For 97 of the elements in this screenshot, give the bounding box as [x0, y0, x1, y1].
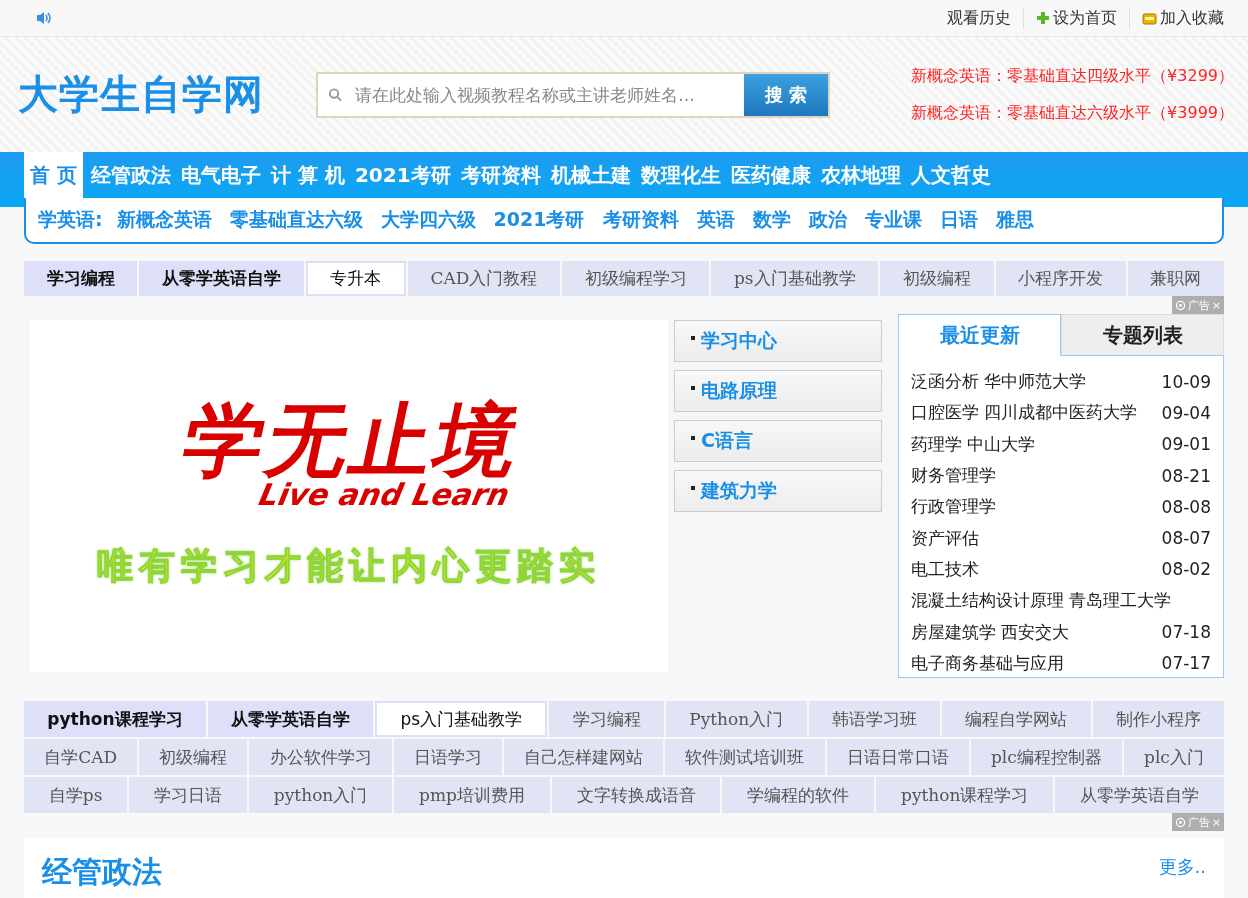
update-date: 08-21 [1161, 465, 1211, 486]
update-link[interactable]: 口腔医学 四川成都中医药大学 [911, 401, 1138, 425]
tag-link[interactable]: plc编程控制器 [970, 739, 1122, 775]
folder-icon [1142, 11, 1157, 25]
update-link[interactable]: 药理学 中山大学 [911, 432, 1036, 456]
tag-link[interactable]: 学习日语 [129, 777, 247, 813]
update-link[interactable]: 电子商务基础与应用 [911, 651, 1064, 675]
side-link[interactable]: 建筑力学 [674, 470, 882, 512]
side-link-label: 学习中心 [701, 328, 777, 353]
tag-link[interactable]: 初级编程学习 [562, 261, 710, 296]
top-link[interactable]: 设为首页 [1023, 7, 1129, 29]
nav-tab[interactable]: 首 页 [24, 152, 83, 198]
side-link[interactable]: 学习中心 [674, 320, 882, 362]
tag-link[interactable]: CAD入门教程 [407, 261, 561, 296]
tag-link[interactable]: 从零学英语自学 [139, 261, 304, 296]
update-link[interactable]: 泛函分析 华中师范大学 [911, 370, 1087, 394]
site-logo[interactable]: 大学生自学网 [18, 67, 316, 122]
update-link[interactable]: 资产评估 [911, 526, 979, 550]
banner[interactable]: 学无止境 Live and Learn 唯有学习才能让内心更踏实 [30, 320, 668, 672]
sub-nav-link[interactable]: 专业课 [864, 207, 922, 233]
tag-link[interactable]: 专升本 [305, 261, 406, 296]
sub-nav-link[interactable]: 考研资料 [602, 207, 679, 233]
update-link[interactable]: 电工技术 [911, 557, 979, 581]
tag-link[interactable]: 初级编程 [880, 261, 994, 296]
tag-link[interactable]: 兼职网 [1127, 261, 1225, 296]
sub-nav-link[interactable]: 政治 [808, 207, 847, 233]
tag-link[interactable]: python课程学习 [876, 777, 1054, 813]
tag-link[interactable]: python入门 [249, 777, 393, 813]
banner-slogan: 唯有学习才能让内心更踏实 [97, 543, 601, 588]
promo-link[interactable]: 新概念英语：零基础直达四级水平（¥3299） [911, 65, 1234, 87]
update-date: 07-18 [1161, 622, 1211, 642]
update-date: 07-17 [1161, 653, 1211, 674]
tag-link[interactable]: python课程学习 [24, 701, 206, 737]
update-date: 09-04 [1161, 402, 1211, 423]
tag-link[interactable]: 从零学英语自学 [207, 701, 374, 737]
panel-tab[interactable]: 专题列表 [1061, 314, 1224, 356]
sub-nav-link[interactable]: 零基础直达六级 [229, 207, 363, 233]
side-link[interactable]: 电路原理 [674, 370, 882, 412]
tag-link[interactable]: 初级编程 [139, 739, 248, 775]
bullet-icon [691, 336, 695, 340]
tag-link[interactable]: 学习编程 [549, 701, 664, 737]
tag-link[interactable]: 制作小程序 [1092, 701, 1225, 737]
update-link[interactable]: 混凝土结构设计原理 青岛理工大学 [911, 589, 1172, 613]
side-link-label: 电路原理 [701, 378, 777, 403]
side-link-label: 建筑力学 [701, 478, 777, 503]
sub-nav-link[interactable]: 大学四六级 [380, 207, 476, 233]
tag-link[interactable]: ps入门基础教学 [711, 261, 879, 296]
tag-link[interactable]: 学编程的软件 [722, 777, 875, 813]
tag-link[interactable]: 文字转换成语音 [551, 777, 721, 813]
tag-link[interactable]: 自学ps [24, 777, 128, 813]
sub-nav-label: 学英语: [38, 207, 103, 232]
update-link[interactable]: 行政管理学 [911, 495, 996, 519]
update-date: 10-09 [1161, 371, 1211, 392]
top-link[interactable]: 加入收藏 [1129, 7, 1236, 29]
side-link-label: C语言 [701, 428, 753, 453]
side-link[interactable]: C语言 [674, 420, 882, 462]
tag-link[interactable]: 编程自学网站 [942, 701, 1091, 737]
sub-nav-link[interactable]: 英语 [696, 207, 735, 233]
update-link[interactable]: 房屋建筑学 西安交大 [911, 620, 1070, 644]
tag-link[interactable]: Python入门 [666, 701, 807, 737]
update-date: 08-02 [1161, 559, 1211, 580]
sub-nav-link[interactable]: 数学 [752, 207, 791, 233]
tag-link[interactable]: 韩语学习班 [808, 701, 941, 737]
speaker-icon[interactable] [36, 11, 52, 25]
tag-link[interactable]: 日语日常口语 [826, 739, 969, 775]
tag-link[interactable]: 软件测试培训班 [665, 739, 825, 775]
sub-nav-link[interactable]: 新概念英语 [116, 207, 212, 233]
plus-icon [1036, 11, 1050, 25]
ad-label: 广告 [1187, 297, 1210, 313]
tag-link[interactable]: 日语学习 [393, 739, 502, 775]
sub-nav-link[interactable]: 日语 [939, 207, 978, 233]
update-link[interactable]: 财务管理学 [911, 464, 996, 488]
tag-link[interactable]: pmp培训费用 [394, 777, 550, 813]
tag-link[interactable]: plc入门 [1123, 739, 1224, 775]
update-date: 08-07 [1161, 528, 1211, 549]
section-title: 经管政法 [42, 853, 162, 891]
tag-link[interactable]: 学习编程 [24, 261, 138, 296]
eye-icon [1174, 816, 1186, 828]
panel-tab[interactable]: 最近更新 [898, 314, 1061, 356]
sub-nav-link[interactable]: 2021考研 [493, 207, 585, 233]
tag-link[interactable]: 小程序开发 [995, 261, 1126, 296]
ad-label: 广告 [1187, 814, 1210, 830]
update-date: 09-01 [1161, 434, 1211, 455]
eye-icon [1174, 299, 1186, 311]
bullet-icon [691, 386, 695, 390]
update-date: 08-08 [1161, 496, 1211, 517]
top-link[interactable]: 观看历史 [935, 7, 1023, 29]
tag-link[interactable]: ps入门基础教学 [375, 701, 548, 737]
promo-link[interactable]: 新概念英语：零基础直达六级水平（¥3999） [911, 102, 1234, 124]
tag-link[interactable]: 办公软件学习 [249, 739, 392, 775]
sub-nav-link[interactable]: 雅思 [995, 207, 1034, 233]
bullet-icon [691, 486, 695, 490]
tag-link[interactable]: 自学CAD [24, 739, 138, 775]
bullet-icon [691, 436, 695, 440]
tag-link[interactable]: 从零学英语自学 [1055, 777, 1225, 813]
tag-link[interactable]: 自己怎样建网站 [504, 739, 664, 775]
more-link[interactable]: 更多.. [1158, 855, 1206, 879]
